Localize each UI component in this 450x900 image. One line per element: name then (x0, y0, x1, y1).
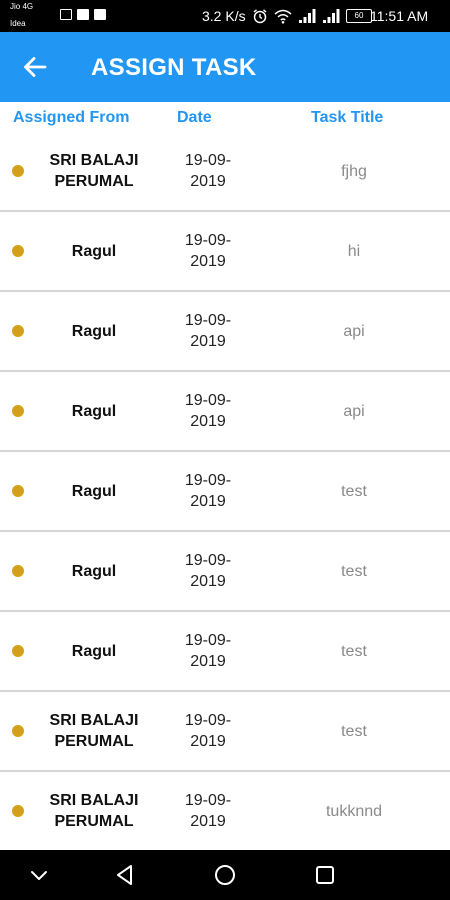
status-dot (12, 645, 24, 657)
signal-icon (323, 9, 340, 23)
task-title: api (343, 402, 365, 420)
triangle-back-icon (117, 865, 132, 885)
back-button[interactable] (18, 50, 52, 84)
status-dot (12, 165, 24, 177)
task-list[interactable]: SRI BALAJI PERUMAL 19-09-2019 fjhg Ragul… (0, 132, 450, 850)
status-dot (12, 725, 24, 737)
task-date: 19-09-2019 (184, 472, 232, 510)
assigned-from: Ragul (71, 242, 117, 260)
arrow-left-icon (24, 57, 47, 77)
circle-home-icon (215, 865, 235, 885)
column-header-task-title: Task Title (311, 109, 384, 126)
column-header-assigned-from: Assigned From (13, 109, 130, 126)
task-row[interactable]: SRI BALAJI PERUMAL 19-09-2019 tukknnd (0, 772, 450, 850)
task-row[interactable]: Ragul 19-09-2019 test (0, 612, 450, 692)
assigned-from: Ragul (71, 642, 117, 660)
network-speed: 3.2 K/s (202, 8, 246, 24)
task-title: test (341, 482, 367, 500)
task-date: 19-09-2019 (184, 232, 232, 270)
task-title: test (341, 562, 367, 580)
nav-collapse-button[interactable] (24, 860, 54, 890)
nav-recents-button[interactable] (310, 860, 340, 890)
task-row[interactable]: SRI BALAJI PERUMAL 19-09-2019 test (0, 692, 450, 772)
nav-home-button[interactable] (210, 860, 240, 890)
carrier-primary: Jio 4G (10, 2, 34, 11)
status-dot (12, 405, 24, 417)
screen-cast-icon (60, 9, 72, 20)
table-header: Assigned From Date Task Title (0, 102, 450, 132)
nav-back-button[interactable] (110, 860, 140, 890)
page-title: ASSIGN TASK (91, 54, 257, 81)
alarm-icon (253, 9, 267, 24)
task-row[interactable]: Ragul 19-09-2019 test (0, 452, 450, 532)
task-title: tukknnd (325, 802, 383, 820)
task-title: test (341, 642, 367, 660)
navigation-bar (0, 850, 450, 900)
carrier-secondary: Idea (10, 19, 26, 28)
status-dot (12, 485, 24, 497)
task-date: 19-09-2019 (184, 712, 232, 750)
assigned-from: Ragul (71, 322, 117, 340)
task-date: 19-09-2019 (184, 312, 232, 350)
battery-icon: 60 (346, 9, 372, 23)
task-date: 19-09-2019 (184, 552, 232, 590)
status-dot (12, 245, 24, 257)
assigned-from: SRI BALAJI PERUMAL (49, 152, 139, 190)
square-recents-icon (316, 866, 334, 884)
task-title: fjhg (341, 162, 367, 180)
assigned-from: SRI BALAJI PERUMAL (49, 792, 139, 830)
carrier-info: Jio 4G Idea (10, 2, 58, 30)
task-title: hi (347, 242, 361, 260)
assigned-from: Ragul (71, 402, 117, 420)
facebook-icon (94, 9, 106, 20)
task-date: 19-09-2019 (184, 152, 232, 190)
task-date: 19-09-2019 (184, 792, 232, 830)
system-icons: 60 (252, 7, 372, 25)
notification-icons (60, 9, 106, 23)
task-row[interactable]: Ragul 19-09-2019 test (0, 532, 450, 612)
status-dot (12, 565, 24, 577)
assigned-from: Ragul (71, 482, 117, 500)
task-title: api (343, 322, 365, 340)
clock: 11:51 AM (370, 8, 429, 24)
chevron-down-icon (31, 871, 47, 880)
task-date: 19-09-2019 (184, 392, 232, 430)
task-row[interactable]: Ragul 19-09-2019 api (0, 292, 450, 372)
column-header-date: Date (177, 109, 212, 126)
task-row[interactable]: Ragul 19-09-2019 hi (0, 212, 450, 292)
assigned-from: Ragul (71, 562, 117, 580)
wifi-icon (274, 9, 292, 24)
task-date: 19-09-2019 (184, 632, 232, 670)
signal-icon (299, 9, 316, 23)
task-title: test (341, 722, 367, 740)
facebook-icon (77, 9, 89, 20)
task-row[interactable]: SRI BALAJI PERUMAL 19-09-2019 fjhg (0, 132, 450, 212)
status-dot (12, 325, 24, 337)
status-bar: Jio 4G Idea 3.2 K/s 60 11:51 AM (0, 0, 450, 32)
app-bar: ASSIGN TASK (0, 32, 450, 102)
task-row[interactable]: Ragul 19-09-2019 api (0, 372, 450, 452)
status-dot (12, 805, 24, 817)
assigned-from: SRI BALAJI PERUMAL (49, 712, 139, 750)
